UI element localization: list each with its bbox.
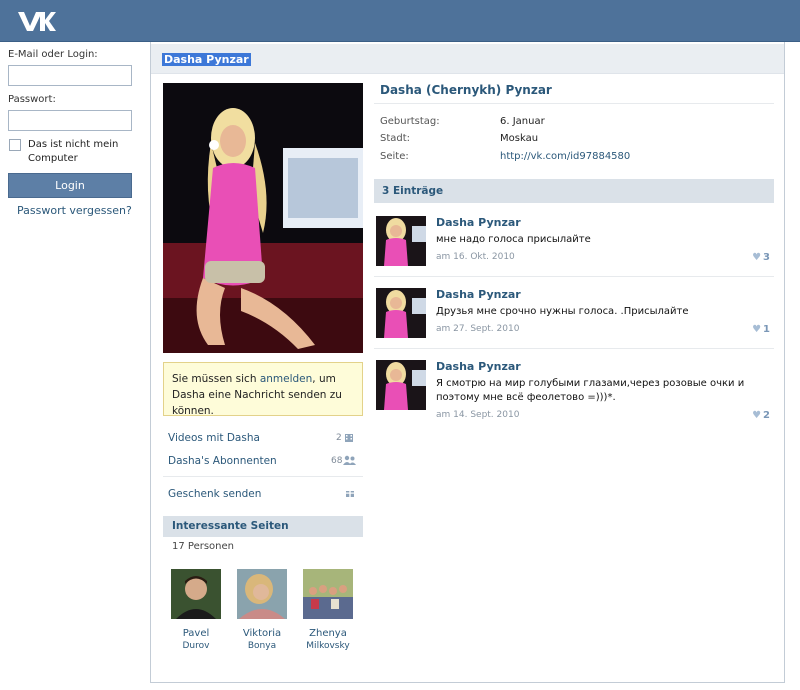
email-label: E-Mail oder Login: — [8, 49, 98, 60]
post-avatar[interactable] — [376, 288, 426, 338]
person-card-viktoria[interactable]: Viktoria Bonya — [227, 569, 297, 652]
person-card-zhenya[interactable]: Zhenya Milkovsky — [293, 569, 363, 652]
person-first-name: Pavel — [182, 628, 210, 639]
interesting-pages-count: 17 Personen — [172, 541, 234, 552]
site-label: Seite: — [380, 151, 409, 162]
wall-entries-count: 3 Einträge — [382, 185, 444, 197]
profile-photo-image — [163, 83, 363, 353]
separator — [163, 476, 363, 477]
notice-text-before: Sie müssen sich — [172, 373, 260, 385]
post-avatar[interactable] — [376, 216, 426, 266]
post-author[interactable]: Dasha Pynzar — [436, 216, 521, 229]
person-last-name: Milkovsky — [306, 641, 350, 651]
profile-frame: Dasha Pynzar Sie müssen sich anmelden, u… — [150, 42, 785, 683]
profile-full-name: Dasha (Chernykh) Pynzar — [380, 83, 552, 97]
person-card-pavel[interactable]: Pavel Durov — [161, 569, 231, 652]
password-label: Passwort: — [8, 94, 56, 105]
heart-icon: ♥ — [752, 410, 762, 421]
subscribers-link[interactable]: Dasha's Abonnenten — [168, 455, 277, 467]
videos-link[interactable]: Videos mit Dasha — [168, 432, 260, 444]
avatar — [303, 569, 353, 619]
avatar — [237, 569, 287, 619]
remember-label: Das ist nicht mein Computer — [28, 139, 119, 164]
person-last-name: Bonya — [247, 641, 277, 651]
people-icon — [343, 455, 356, 465]
like-count: 1 — [763, 324, 770, 335]
wall-post: Dasha Pynzar Друзья мне срочно нужны гол… — [374, 288, 774, 360]
post-author[interactable]: Dasha Pynzar — [436, 360, 521, 373]
remember-checkbox[interactable] — [9, 139, 21, 151]
wall-post: Dasha Pynzar Я смотрю на мир голубыми гл… — [374, 360, 774, 432]
videos-count: 2 — [336, 433, 342, 443]
login-button[interactable]: Login — [8, 173, 132, 198]
person-last-name: Durov — [182, 641, 210, 651]
separator — [374, 103, 774, 104]
person-first-name: Viktoria — [242, 628, 282, 639]
email-input[interactable] — [8, 65, 132, 86]
title-bar: Dasha Pynzar — [151, 44, 784, 74]
wall-entries-header[interactable]: 3 Einträge — [374, 179, 774, 203]
person-first-name: Zhenya — [309, 628, 347, 639]
separator — [374, 348, 774, 349]
separator — [374, 276, 774, 277]
post-author[interactable]: Dasha Pynzar — [436, 288, 521, 301]
interesting-pages-title: Interessante Seiten — [172, 520, 289, 532]
vk-logo-icon[interactable] — [16, 8, 56, 34]
notice-login-link[interactable]: anmelden — [260, 373, 312, 385]
like-count: 2 — [763, 410, 770, 421]
heart-icon: ♥ — [752, 324, 762, 335]
subscribers-count: 68 — [331, 456, 343, 466]
post-text: мне надо голоса присылайте — [436, 234, 591, 245]
wall-post: Dasha Pynzar мне надо голоса присылайте … — [374, 216, 774, 288]
birthday-label: Geburtstag: — [380, 116, 440, 127]
post-likes[interactable]: ♥ 1 — [752, 324, 770, 335]
send-gift-link[interactable]: Geschenk senden — [168, 488, 261, 500]
post-likes[interactable]: ♥ 3 — [752, 252, 770, 263]
post-text: Друзья мне срочно нужны голоса. .Присыла… — [436, 306, 689, 317]
birthday-value: 6. Januar — [500, 116, 545, 127]
login-notice: Sie müssen sich anmelden, um Dasha eine … — [163, 362, 363, 417]
avatar — [171, 569, 221, 619]
city-value[interactable]: Moskau — [500, 133, 538, 144]
post-avatar[interactable] — [376, 360, 426, 410]
city-label: Stadt: — [380, 133, 411, 144]
password-input[interactable] — [8, 110, 132, 131]
like-count: 3 — [763, 252, 770, 263]
post-text: Я смотрю на мир голубыми глазами,через р… — [436, 378, 745, 403]
page-title: Dasha Pynzar — [162, 53, 251, 66]
post-date[interactable]: am 27. Sept. 2010 — [436, 324, 519, 334]
post-date[interactable]: am 16. Okt. 2010 — [436, 252, 515, 262]
interesting-pages-header[interactable]: Interessante Seiten — [163, 516, 363, 537]
video-icon — [345, 434, 353, 442]
site-link[interactable]: http://vk.com/id97884580 — [500, 151, 630, 162]
post-likes[interactable]: ♥ 2 — [752, 410, 770, 421]
gift-icon — [346, 489, 354, 497]
heart-icon: ♥ — [752, 252, 762, 263]
post-date[interactable]: am 14. Sept. 2010 — [436, 410, 519, 420]
profile-photo[interactable] — [163, 83, 363, 353]
forgot-password-link[interactable]: Passwort vergessen? — [17, 204, 132, 217]
top-bar — [0, 0, 800, 42]
